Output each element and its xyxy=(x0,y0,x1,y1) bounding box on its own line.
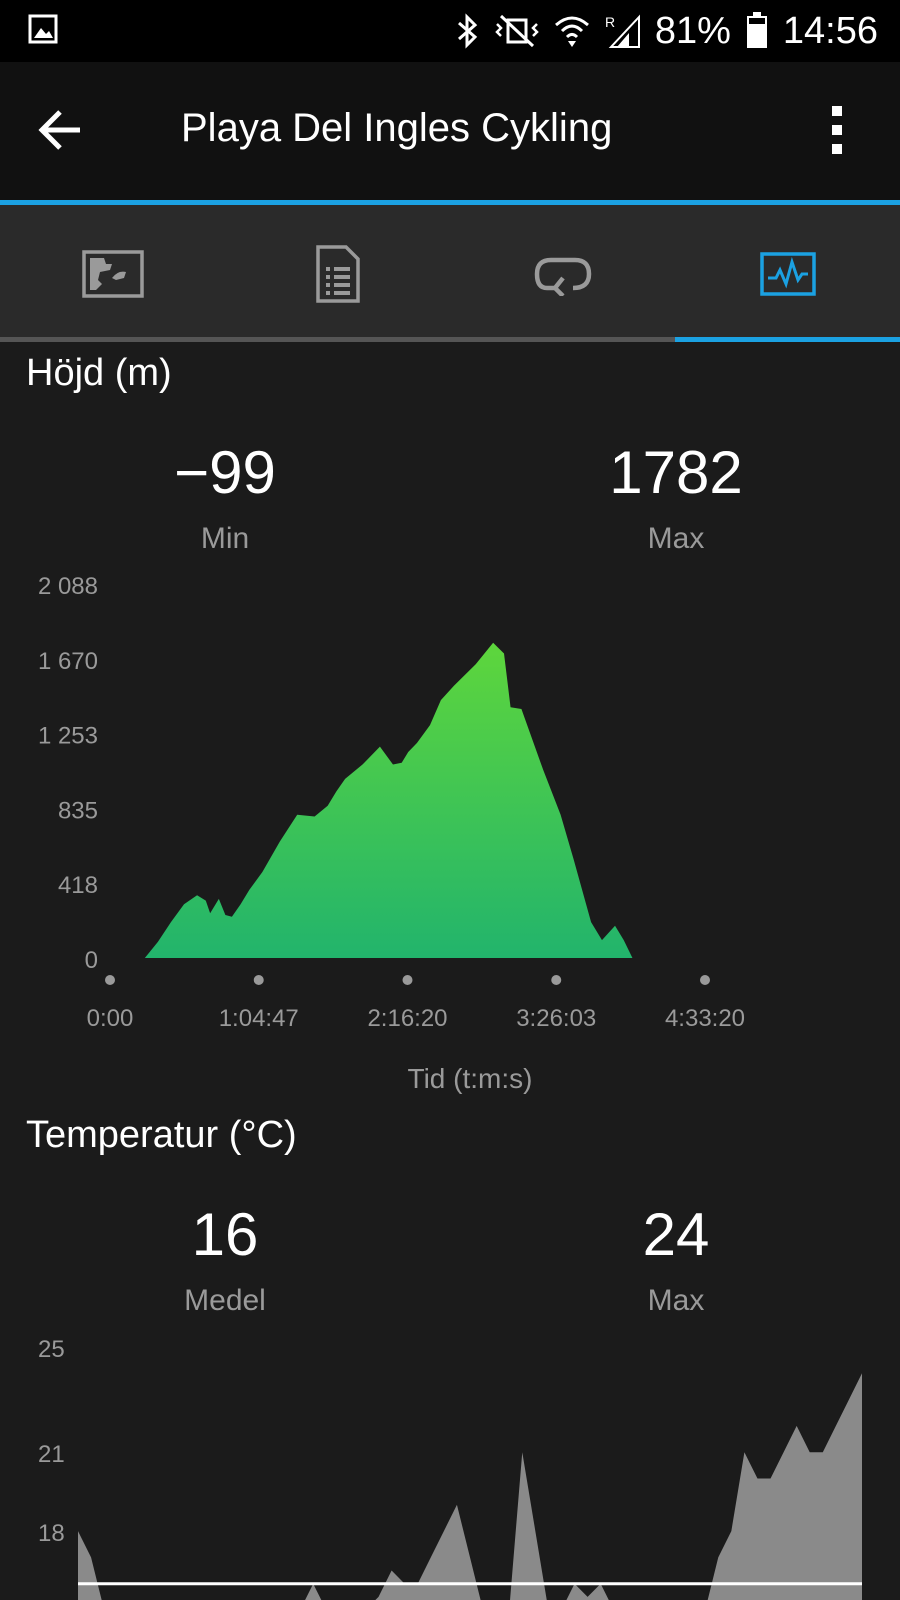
battery-percent: 81% xyxy=(654,9,731,52)
elevation-title: Höjd (m) xyxy=(26,352,172,394)
signal-icon: R xyxy=(605,14,640,48)
tab-details[interactable] xyxy=(225,205,450,342)
bluetooth-icon xyxy=(457,13,478,49)
elevation-x-tick-label: 2:16:20 xyxy=(367,1005,447,1032)
tab-map[interactable] xyxy=(0,205,225,342)
tab-charts[interactable] xyxy=(675,205,900,342)
temperature-y-tick-label: 21 xyxy=(38,1441,65,1468)
elevation-x-tick-dot xyxy=(253,975,264,985)
elevation-x-tick-label: 0:00 xyxy=(87,1005,134,1032)
elevation-y-tick-label: 418 xyxy=(58,872,98,899)
battery-icon xyxy=(746,12,767,48)
elevation-y-tick-label: 1 253 xyxy=(38,723,98,750)
temperature-avg-value: 16 xyxy=(191,1201,259,1268)
elevation-x-tick-label: 1:04:47 xyxy=(219,1005,299,1032)
elevation-area xyxy=(144,642,687,958)
elevation-y-tick-label: 835 xyxy=(58,797,98,824)
svg-text:R: R xyxy=(605,14,615,30)
gallery-icon xyxy=(28,14,58,44)
page-title: Playa Del Ingles Cykling xyxy=(181,106,613,150)
temperature-y-axis: 25211815 xyxy=(38,1336,65,1600)
details-icon xyxy=(315,244,360,303)
elevation-x-axis: 0:00 1:04:47 2:16:20 3:26:03 4:33:20 xyxy=(87,975,745,1032)
temperature-chart: 25211815 xyxy=(38,1336,862,1600)
tab-bar xyxy=(0,205,900,342)
laps-icon xyxy=(534,257,591,296)
clock: 14:56 xyxy=(782,9,878,52)
temperature-avg-label: Medel xyxy=(184,1284,266,1317)
temperature-area xyxy=(78,1373,862,1600)
elevation-x-tick-label: 4:33:20 xyxy=(665,1005,745,1032)
elevation-chart: 2 088 1 670 1 253 835 418 0 0:00 1:04:47 2:16:2… xyxy=(38,573,745,1094)
elevation-x-tick-dot xyxy=(402,975,413,985)
tab-indicator xyxy=(675,337,900,342)
app-bar: Playa Del Ingles Cykling xyxy=(0,62,900,200)
back-arrow-icon[interactable] xyxy=(34,102,90,158)
temperature-max-value: 24 xyxy=(642,1201,710,1268)
elevation-y-tick-label: 2 088 xyxy=(38,573,98,600)
elevation-x-label: Tid (t:m:s) xyxy=(408,1063,533,1094)
elevation-max-value: 1782 xyxy=(609,439,743,506)
more-vert-icon[interactable] xyxy=(822,102,852,158)
elevation-x-tick-dot xyxy=(551,975,562,985)
map-icon xyxy=(81,249,144,298)
elevation-y-axis: 2 088 1 670 1 253 835 418 0 xyxy=(38,573,98,974)
temperature-y-tick-label: 18 xyxy=(38,1520,65,1547)
temperature-title: Temperatur (°C) xyxy=(26,1114,297,1156)
elevation-min-label: Min xyxy=(200,522,250,555)
temperature-y-tick-label: 25 xyxy=(38,1336,65,1363)
elevation-y-tick-label: 0 xyxy=(85,947,98,974)
elevation-x-tick-dot xyxy=(700,975,710,985)
elevation-x-tick-label: 3:26:03 xyxy=(516,1005,596,1032)
elevation-y-tick-label: 1 670 xyxy=(38,648,98,675)
charts-icon xyxy=(759,251,816,296)
wifi-icon xyxy=(554,16,589,47)
temperature-max-label: Max xyxy=(647,1284,705,1317)
vibrate-off-icon xyxy=(495,14,539,48)
elevation-x-tick-dot xyxy=(105,975,115,985)
status-bar: R 81% 14:56 xyxy=(0,0,900,62)
tab-laps[interactable] xyxy=(450,205,675,342)
elevation-min-value: −99 xyxy=(174,439,276,506)
status-right: R 81% 14:56 xyxy=(455,6,878,56)
elevation-max-label: Max xyxy=(647,522,705,555)
